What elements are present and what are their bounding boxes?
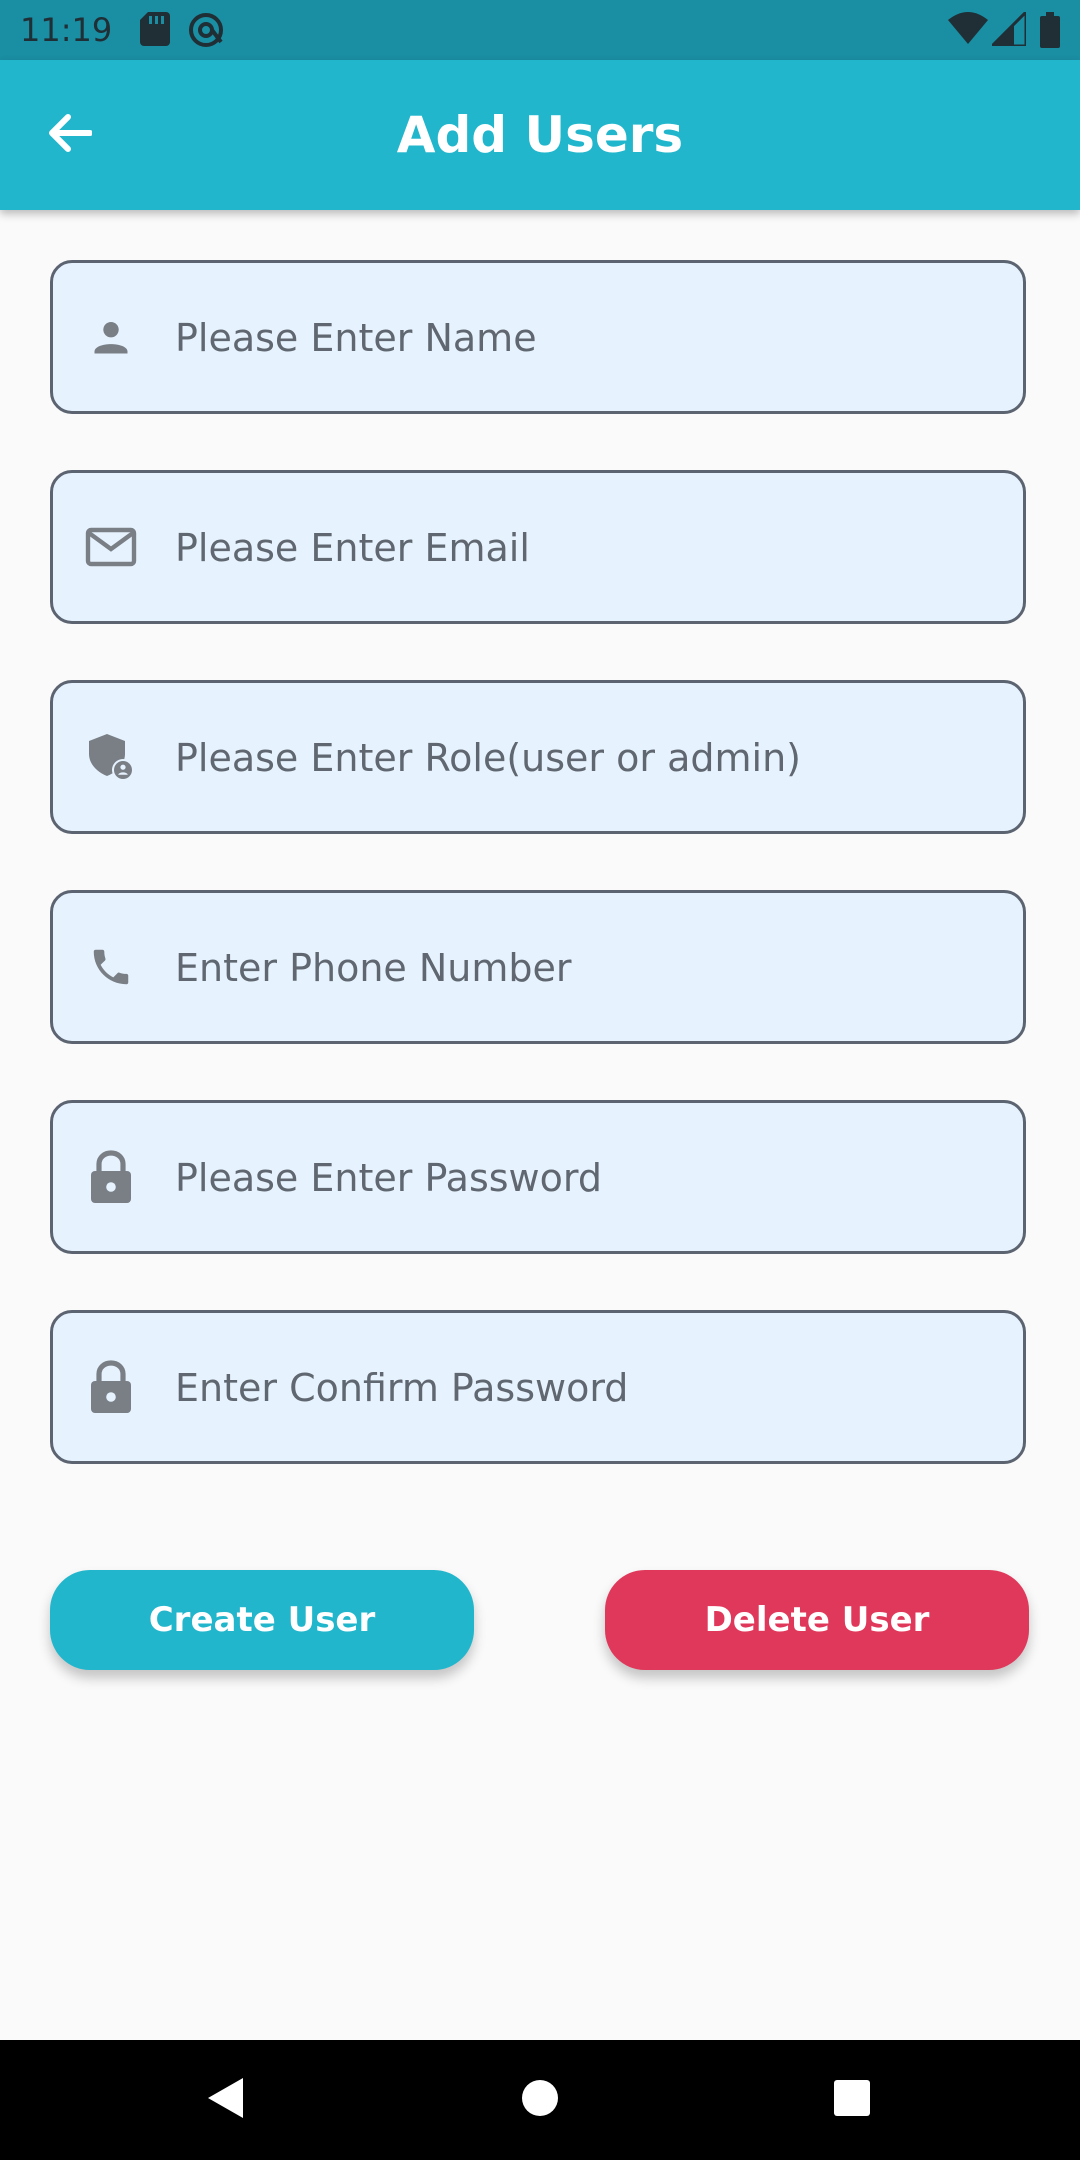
role-input[interactable]	[173, 683, 1003, 833]
lock-icon	[85, 1360, 137, 1413]
signal-icon	[988, 8, 1028, 50]
person-icon	[85, 311, 137, 363]
delete-user-button[interactable]: Delete User	[605, 1570, 1029, 1670]
at-sign-icon	[188, 12, 224, 52]
confirm-password-input[interactable]	[173, 1313, 1003, 1463]
app-bar: Add Users	[0, 60, 1080, 210]
admin-shield-icon	[85, 731, 137, 783]
sd-card-icon	[140, 12, 170, 50]
password-input[interactable]	[173, 1103, 1003, 1253]
email-input[interactable]	[173, 473, 1003, 623]
password-field[interactable]	[50, 1100, 1026, 1254]
wifi-icon	[948, 12, 988, 48]
nav-recents-button[interactable]	[822, 2070, 882, 2130]
phone-input[interactable]	[173, 893, 1003, 1043]
nav-home-button[interactable]	[510, 2070, 570, 2130]
home-circle-icon	[520, 2078, 560, 2122]
nav-back-button[interactable]	[195, 2070, 255, 2130]
mail-icon	[85, 521, 137, 573]
system-nav-bar	[0, 2040, 1080, 2160]
create-user-button[interactable]: Create User	[50, 1570, 474, 1670]
page-title: Add Users	[396, 106, 684, 164]
recents-square-icon	[833, 2079, 871, 2121]
phone-field[interactable]	[50, 890, 1026, 1044]
status-bar: 11:19	[0, 0, 1080, 60]
name-field[interactable]	[50, 260, 1026, 414]
battery-icon	[1040, 12, 1060, 52]
lock-icon	[85, 1150, 137, 1203]
name-input[interactable]	[173, 263, 1003, 413]
status-time: 11:19	[20, 11, 113, 49]
email-field[interactable]	[50, 470, 1026, 624]
phone-icon	[85, 941, 137, 993]
confirm-password-field[interactable]	[50, 1310, 1026, 1464]
role-field[interactable]	[50, 680, 1026, 834]
back-triangle-icon	[205, 2076, 245, 2124]
